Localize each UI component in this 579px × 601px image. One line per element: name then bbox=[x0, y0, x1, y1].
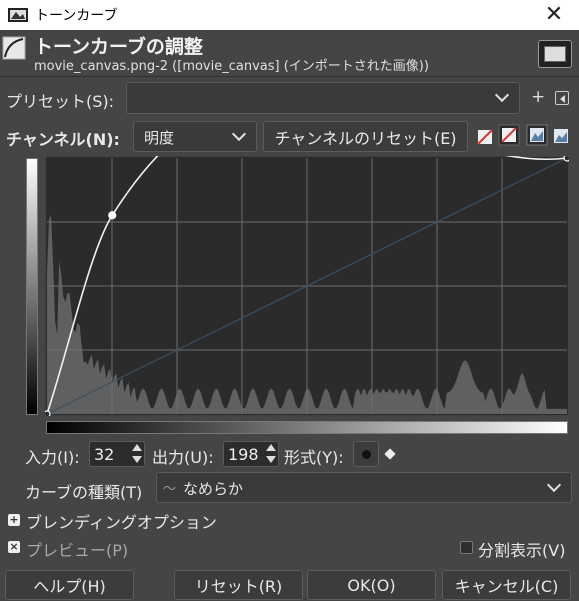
curve-control-point[interactable] bbox=[563, 156, 569, 162]
output-spinbox[interactable]: 198 bbox=[223, 441, 279, 467]
blending-options-expander[interactable]: ブレンディングオプション bbox=[26, 509, 217, 533]
output-label: 出力(U): bbox=[152, 448, 214, 467]
chevron-down-icon bbox=[231, 126, 247, 142]
split-view-checkbox[interactable] bbox=[460, 541, 473, 554]
expand-icon[interactable]: + bbox=[8, 514, 20, 526]
linear-histogram-icon[interactable] bbox=[476, 126, 498, 148]
channel-label: チャンネル(N): bbox=[6, 130, 120, 149]
image-thumbnail bbox=[538, 40, 572, 68]
input-spinbox[interactable]: 32 bbox=[89, 441, 145, 467]
ok-button[interactable]: OK(O) bbox=[307, 570, 436, 600]
output-value: 198 bbox=[228, 444, 259, 464]
corner-point-icon[interactable] bbox=[384, 448, 396, 460]
smooth-point-icon[interactable] bbox=[353, 441, 379, 467]
decrement-icon[interactable] bbox=[132, 456, 142, 463]
channel-combo[interactable]: 明度 bbox=[133, 121, 257, 152]
curve-control-point[interactable] bbox=[45, 410, 51, 416]
reset-channel-button[interactable]: チャンネルのリセット(E) bbox=[263, 121, 468, 152]
preset-menu-icon[interactable] bbox=[555, 91, 569, 105]
input-gradient-bar bbox=[46, 421, 568, 434]
output-gradient-bar bbox=[26, 158, 38, 415]
increment-icon[interactable] bbox=[132, 444, 142, 451]
close-icon[interactable]: ✕ bbox=[541, 2, 567, 28]
input-label: 入力(I): bbox=[25, 448, 80, 467]
add-preset-icon[interactable]: + bbox=[531, 89, 545, 106]
decrement-icon[interactable] bbox=[266, 456, 276, 463]
curves-tool-icon bbox=[2, 36, 26, 60]
header-divider bbox=[0, 76, 579, 77]
curve-type-label: カーブの種類(T) bbox=[25, 483, 143, 502]
preset-label: プリセット(S): bbox=[6, 92, 115, 111]
log-histogram-icon[interactable] bbox=[498, 124, 520, 146]
chevron-down-icon bbox=[546, 477, 562, 493]
increment-icon[interactable] bbox=[266, 444, 276, 451]
split-view-label: 分割表示(V) bbox=[478, 541, 566, 560]
curve-type-combo[interactable]: 〜 なめらか bbox=[156, 472, 572, 503]
input-value: 32 bbox=[94, 444, 115, 464]
channel-value: 明度 bbox=[144, 129, 175, 147]
histogram-view-icon[interactable] bbox=[526, 124, 548, 146]
reset-button[interactable]: リセット(R) bbox=[174, 570, 303, 600]
window-title: トーンカーブ bbox=[35, 8, 118, 24]
preview-checkbox[interactable]: × bbox=[8, 541, 20, 553]
image-subtitle: movie_canvas.png-2 ([movie_canvas] (インポー… bbox=[34, 59, 429, 74]
gimp-app-icon bbox=[8, 8, 28, 22]
curve-control-point[interactable] bbox=[108, 211, 117, 220]
curve-type-value: なめらか bbox=[183, 480, 244, 498]
smooth-curve-icon: 〜 bbox=[163, 482, 177, 497]
format-label: 形式(Y): bbox=[284, 448, 344, 467]
preview-label: プレビュー(P) bbox=[26, 541, 129, 560]
preset-combo[interactable] bbox=[126, 82, 520, 114]
curve-graph[interactable] bbox=[45, 156, 569, 416]
cancel-button[interactable]: キャンセル(C) bbox=[442, 570, 571, 600]
help-button[interactable]: ヘルプ(H) bbox=[5, 570, 134, 600]
log-view-icon[interactable] bbox=[552, 126, 574, 148]
chevron-down-icon bbox=[494, 87, 510, 103]
window-titlebar: トーンカーブ ✕ bbox=[0, 0, 579, 30]
